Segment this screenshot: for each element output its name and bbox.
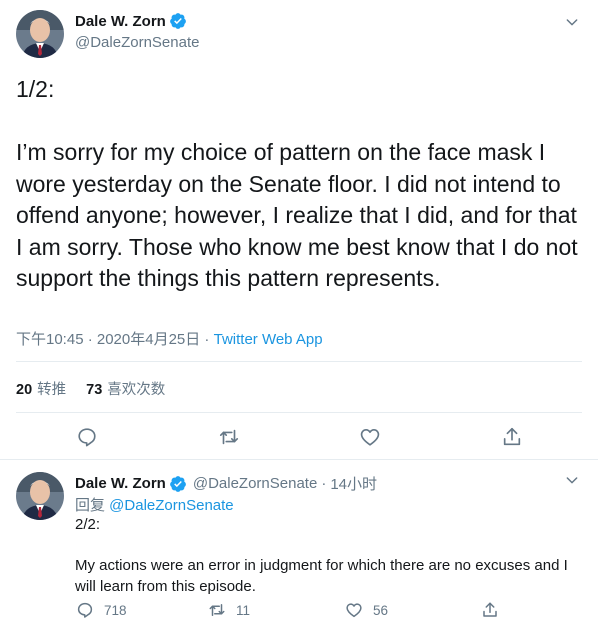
chevron-down-icon[interactable]: [564, 14, 580, 30]
replying-to: 回复 @DaleZornSenate: [75, 494, 234, 515]
reply-count: 718: [104, 602, 127, 618]
like-count: 56: [373, 602, 389, 618]
retweet-icon: [218, 426, 240, 448]
retweet-button[interactable]: 11: [208, 601, 250, 619]
likes-label: 喜欢次数: [107, 382, 166, 398]
heart-icon: [345, 601, 363, 619]
like-button[interactable]: [359, 426, 381, 448]
display-name[interactable]: Dale W. Zorn: [75, 13, 166, 30]
retweet-count: 11: [236, 602, 251, 618]
avatar[interactable]: [16, 472, 64, 520]
timestamp[interactable]: 14小时: [330, 473, 377, 494]
likes-count: 73: [86, 382, 103, 398]
engagement-stats: 20 转推 73 喜欢次数: [16, 378, 165, 399]
tweet-actions: [0, 423, 598, 451]
divider: [16, 361, 582, 362]
reply-icon: [76, 426, 98, 448]
tweet-actions: 718 11 56: [0, 598, 598, 622]
retweets-label: 转推: [37, 382, 67, 398]
meta-separator: ·: [321, 475, 327, 492]
reply-icon: [76, 601, 94, 619]
divider: [16, 412, 582, 413]
author-handle[interactable]: @DaleZornSenate: [75, 34, 199, 51]
display-name[interactable]: Dale W. Zorn: [75, 475, 166, 492]
heart-icon: [359, 426, 381, 448]
replying-to-label: 回复: [75, 497, 110, 514]
retweets-stat[interactable]: 20 转推: [16, 378, 66, 399]
like-button[interactable]: 56: [345, 601, 388, 619]
author-name-row: Dale W. Zorn: [75, 12, 187, 30]
retweets-count: 20: [16, 382, 33, 398]
reply-button[interactable]: 718: [76, 601, 127, 619]
author-handle[interactable]: @DaleZornSenate: [193, 475, 317, 492]
source-link[interactable]: Twitter Web App: [214, 331, 323, 348]
share-icon: [501, 426, 523, 448]
mention-link[interactable]: @DaleZornSenate: [109, 497, 233, 514]
tweet-text: 1/2: I’m sorry for my choice of pattern …: [16, 76, 578, 291]
tweet-meta: 下午10:45 · 2020年4月25日 · Twitter Web App: [16, 328, 323, 349]
likes-stat[interactable]: 73 喜欢次数: [86, 378, 165, 399]
reply-button[interactable]: [76, 426, 98, 448]
share-button[interactable]: [501, 426, 523, 448]
avatar[interactable]: [16, 10, 64, 58]
retweet-icon: [208, 601, 226, 619]
meta-separator: ·: [200, 331, 214, 348]
tweet-text: 2/2: My actions were an error in judgmen…: [75, 516, 568, 595]
reply-author-row: Dale W. Zorn @DaleZornSenate · 14小时: [75, 473, 377, 494]
chevron-down-icon[interactable]: [564, 472, 580, 488]
share-icon: [481, 601, 499, 619]
verified-badge-icon: [169, 12, 187, 30]
share-button[interactable]: [481, 601, 499, 619]
verified-badge-icon: [169, 475, 187, 493]
timestamp[interactable]: 下午10:45 · 2020年4月25日: [16, 331, 200, 348]
retweet-button[interactable]: [218, 426, 240, 448]
